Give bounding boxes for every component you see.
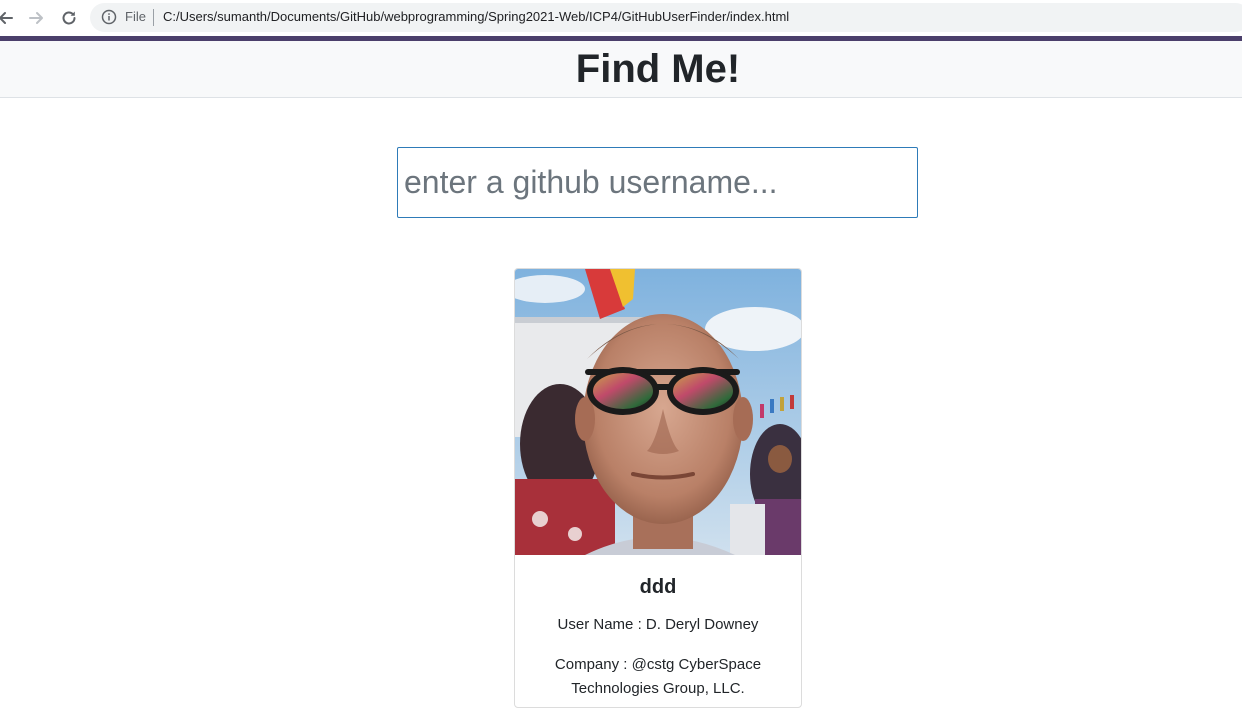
address-bar[interactable]: File C:/Users/sumanth/Documents/GitHub/w… [90, 3, 1242, 32]
browser-toolbar: File C:/Users/sumanth/Documents/GitHub/w… [0, 0, 1242, 36]
forward-arrow-icon[interactable] [24, 6, 48, 30]
scheme-label: File [125, 9, 146, 24]
user-card: ddd User Name : D. Deryl Downey Company … [514, 268, 802, 708]
page-title: Find Me! [575, 47, 741, 91]
user-company: Company : @cstg CyberSpace Technologies … [554, 656, 762, 697]
info-icon[interactable] [101, 9, 117, 25]
avatar [515, 269, 801, 555]
user-card-body: ddd User Name : D. Deryl Downey Company … [515, 555, 801, 701]
reload-icon[interactable] [57, 6, 81, 30]
user-login: ddd [639, 576, 677, 598]
url-text[interactable]: C:/Users/sumanth/Documents/GitHub/webpro… [163, 9, 789, 25]
username-search-input[interactable] [397, 147, 918, 218]
address-divider [153, 9, 154, 26]
user-name: User Name : D. Deryl Downey [557, 616, 759, 633]
page-header: Find Me! [0, 41, 1242, 98]
back-arrow-icon[interactable] [0, 6, 18, 30]
